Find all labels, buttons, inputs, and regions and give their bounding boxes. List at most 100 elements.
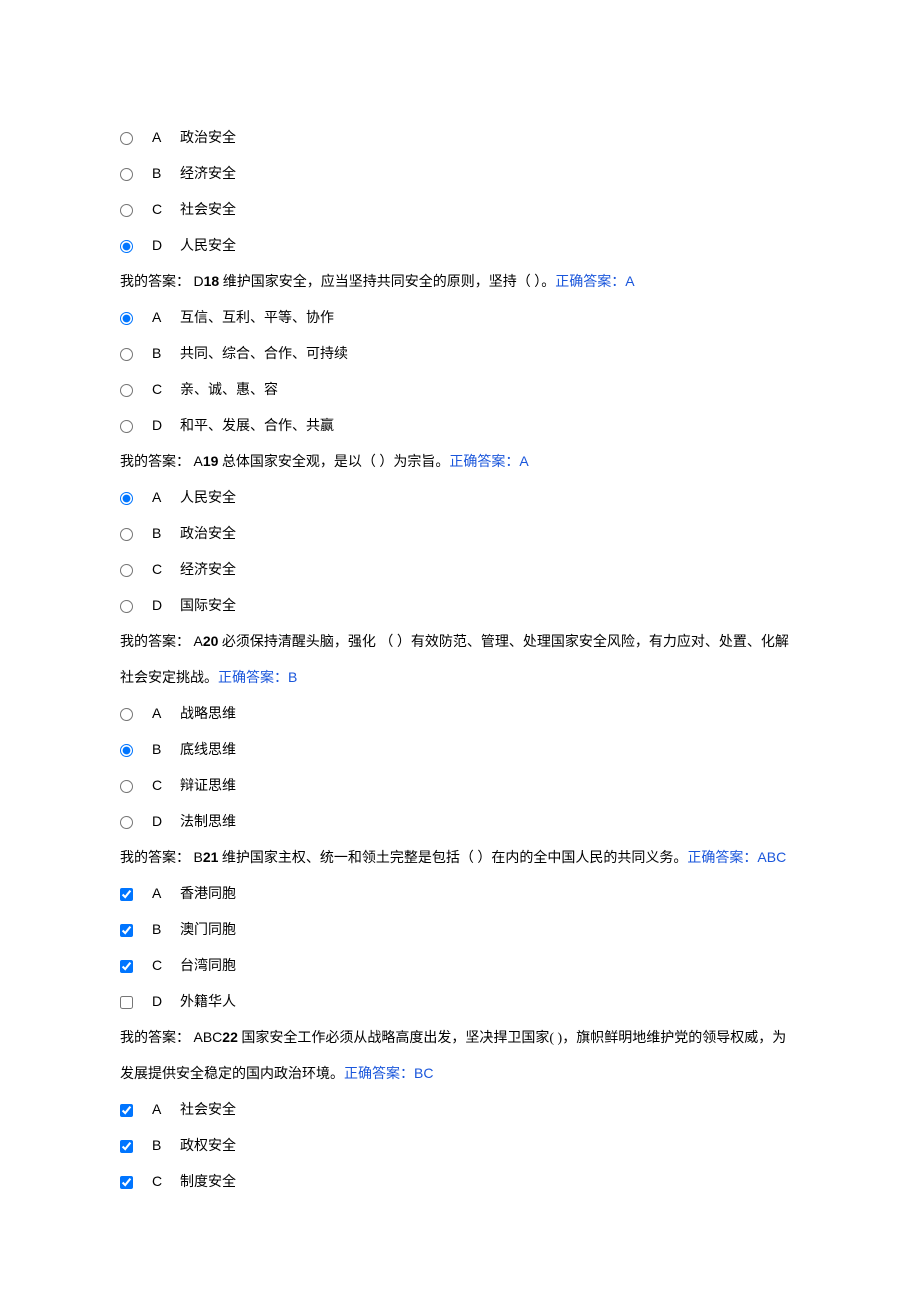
q22-correct: BC — [414, 1065, 433, 1081]
option-text: 底线思维 — [180, 733, 800, 768]
q21-my-answer: ABC — [194, 1029, 223, 1045]
correct-label: 正确答案： — [344, 1067, 414, 1082]
option-text: 制度安全 — [180, 1165, 800, 1200]
option-text: 台湾同胞 — [180, 949, 800, 984]
q21-check-a[interactable] — [120, 888, 133, 901]
correct-label: 正确答案： — [449, 455, 519, 470]
q22-check-a[interactable] — [120, 1104, 133, 1117]
option-letter: A — [152, 876, 180, 911]
q19-radio-c[interactable] — [120, 564, 133, 577]
q21-check-c[interactable] — [120, 960, 133, 973]
q21-option-d: D 外籍华人 — [120, 984, 800, 1020]
option-text: 国际安全 — [180, 589, 800, 624]
option-letter: B — [152, 516, 180, 551]
q18-radio-c[interactable] — [120, 384, 133, 397]
q17-option-c: C 社会安全 — [120, 192, 800, 228]
q18-radio-b[interactable] — [120, 348, 133, 361]
option-text: 政权安全 — [180, 1129, 800, 1164]
q18-option-a: A 互信、互利、平等、协作 — [120, 300, 800, 336]
q18-option-d: D 和平、发展、合作、共赢 — [120, 408, 800, 444]
q19-option-d: D 国际安全 — [120, 588, 800, 624]
q20-correct: B — [288, 669, 297, 685]
option-letter: D — [152, 984, 180, 1019]
q20-number: 20 — [203, 633, 219, 649]
option-letter: C — [152, 552, 180, 587]
option-text: 人民安全 — [180, 481, 800, 516]
q19-radio-d[interactable] — [120, 600, 133, 613]
q20-radio-d[interactable] — [120, 816, 133, 829]
q22-check-c[interactable] — [120, 1176, 133, 1189]
option-text: 经济安全 — [180, 553, 800, 588]
option-text: 社会安全 — [180, 193, 800, 228]
option-text: 人民安全 — [180, 229, 800, 264]
q20-my-answer: B — [194, 849, 203, 865]
q22-option-a: A 社会安全 — [120, 1092, 800, 1128]
correct-label: 正确答案： — [687, 851, 757, 866]
q21-line: 我的答案： B21 维护国家主权、统一和领土完整是包括（ ）在内的全中国人民的共… — [120, 840, 800, 876]
q19-my-answer: A — [194, 633, 203, 649]
q21-option-c: C 台湾同胞 — [120, 948, 800, 984]
option-text: 香港同胞 — [180, 877, 800, 912]
q22-line: 我的答案： ABC22 国家安全工作必须从战略高度出发，坚决捍卫国家( )，旗帜… — [120, 1020, 800, 1092]
option-letter: A — [152, 696, 180, 731]
q17-radio-a[interactable] — [120, 132, 133, 145]
q20-radio-c[interactable] — [120, 780, 133, 793]
option-text: 战略思维 — [180, 697, 800, 732]
option-letter: C — [152, 1164, 180, 1199]
q20-line: 我的答案： A20 必须保持清醒头脑，强化 （ ）有效防范、管理、处理国家安全风… — [120, 624, 800, 696]
q21-option-a: A 香港同胞 — [120, 876, 800, 912]
q18-radio-a[interactable] — [120, 312, 133, 325]
q17-my-answer: D — [194, 273, 204, 289]
option-letter: A — [152, 1092, 180, 1127]
q20-option-b: B 底线思维 — [120, 732, 800, 768]
q22-option-b: B 政权安全 — [120, 1128, 800, 1164]
q18-radio-d[interactable] — [120, 420, 133, 433]
q19-stem: 总体国家安全观，是以（ ）为宗旨。 — [218, 455, 449, 470]
option-text: 法制思维 — [180, 805, 800, 840]
q19-option-b: B 政治安全 — [120, 516, 800, 552]
q17-radio-c[interactable] — [120, 204, 133, 217]
q21-stem: 维护国家主权、统一和领土完整是包括（ ）在内的全中国人民的共同义务。 — [218, 851, 687, 866]
my-answer-label: 我的答案： — [120, 635, 190, 650]
q18-option-c: C 亲、诚、惠、容 — [120, 372, 800, 408]
q21-check-b[interactable] — [120, 924, 133, 937]
option-text: 外籍华人 — [180, 985, 800, 1020]
q19-radio-b[interactable] — [120, 528, 133, 541]
q17-radio-b[interactable] — [120, 168, 133, 181]
option-letter: D — [152, 408, 180, 443]
q18-number: 18 — [204, 273, 220, 289]
q22-option-c: C 制度安全 — [120, 1164, 800, 1200]
option-text: 和平、发展、合作、共赢 — [180, 409, 800, 444]
option-text: 亲、诚、惠、容 — [180, 373, 800, 408]
option-letter: C — [152, 948, 180, 983]
q20-option-a: A 战略思维 — [120, 696, 800, 732]
option-text: 经济安全 — [180, 157, 800, 192]
q19-radio-a[interactable] — [120, 492, 133, 505]
q20-radio-b[interactable] — [120, 744, 133, 757]
correct-label: 正确答案： — [555, 275, 625, 290]
option-letter: D — [152, 804, 180, 839]
option-text: 政治安全 — [180, 121, 800, 156]
q19-number: 19 — [203, 453, 219, 469]
my-answer-label: 我的答案： — [120, 455, 190, 470]
option-letter: B — [152, 336, 180, 371]
option-text: 澳门同胞 — [180, 913, 800, 948]
option-letter: B — [152, 912, 180, 947]
q22-check-b[interactable] — [120, 1140, 133, 1153]
q17-option-d: D 人民安全 — [120, 228, 800, 264]
q20-radio-a[interactable] — [120, 708, 133, 721]
q21-correct: ABC — [757, 849, 786, 865]
q17-option-a: A 政治安全 — [120, 120, 800, 156]
q18-line: 我的答案： D18 维护国家安全，应当坚持共同安全的原则，坚持（ ）。正确答案：… — [120, 264, 800, 300]
q22-number: 22 — [222, 1029, 238, 1045]
option-letter: B — [152, 156, 180, 191]
q20-option-d: D 法制思维 — [120, 804, 800, 840]
q21-check-d[interactable] — [120, 996, 133, 1009]
option-letter: A — [152, 120, 180, 155]
q19-line: 我的答案： A19 总体国家安全观，是以（ ）为宗旨。正确答案：A — [120, 444, 800, 480]
option-text: 社会安全 — [180, 1093, 800, 1128]
document-page: A 政治安全 B 经济安全 C 社会安全 D 人民安全 我的答案： D18 维护… — [0, 0, 920, 1240]
q18-option-b: B 共同、综合、合作、可持续 — [120, 336, 800, 372]
q17-radio-d[interactable] — [120, 240, 133, 253]
q21-option-b: B 澳门同胞 — [120, 912, 800, 948]
